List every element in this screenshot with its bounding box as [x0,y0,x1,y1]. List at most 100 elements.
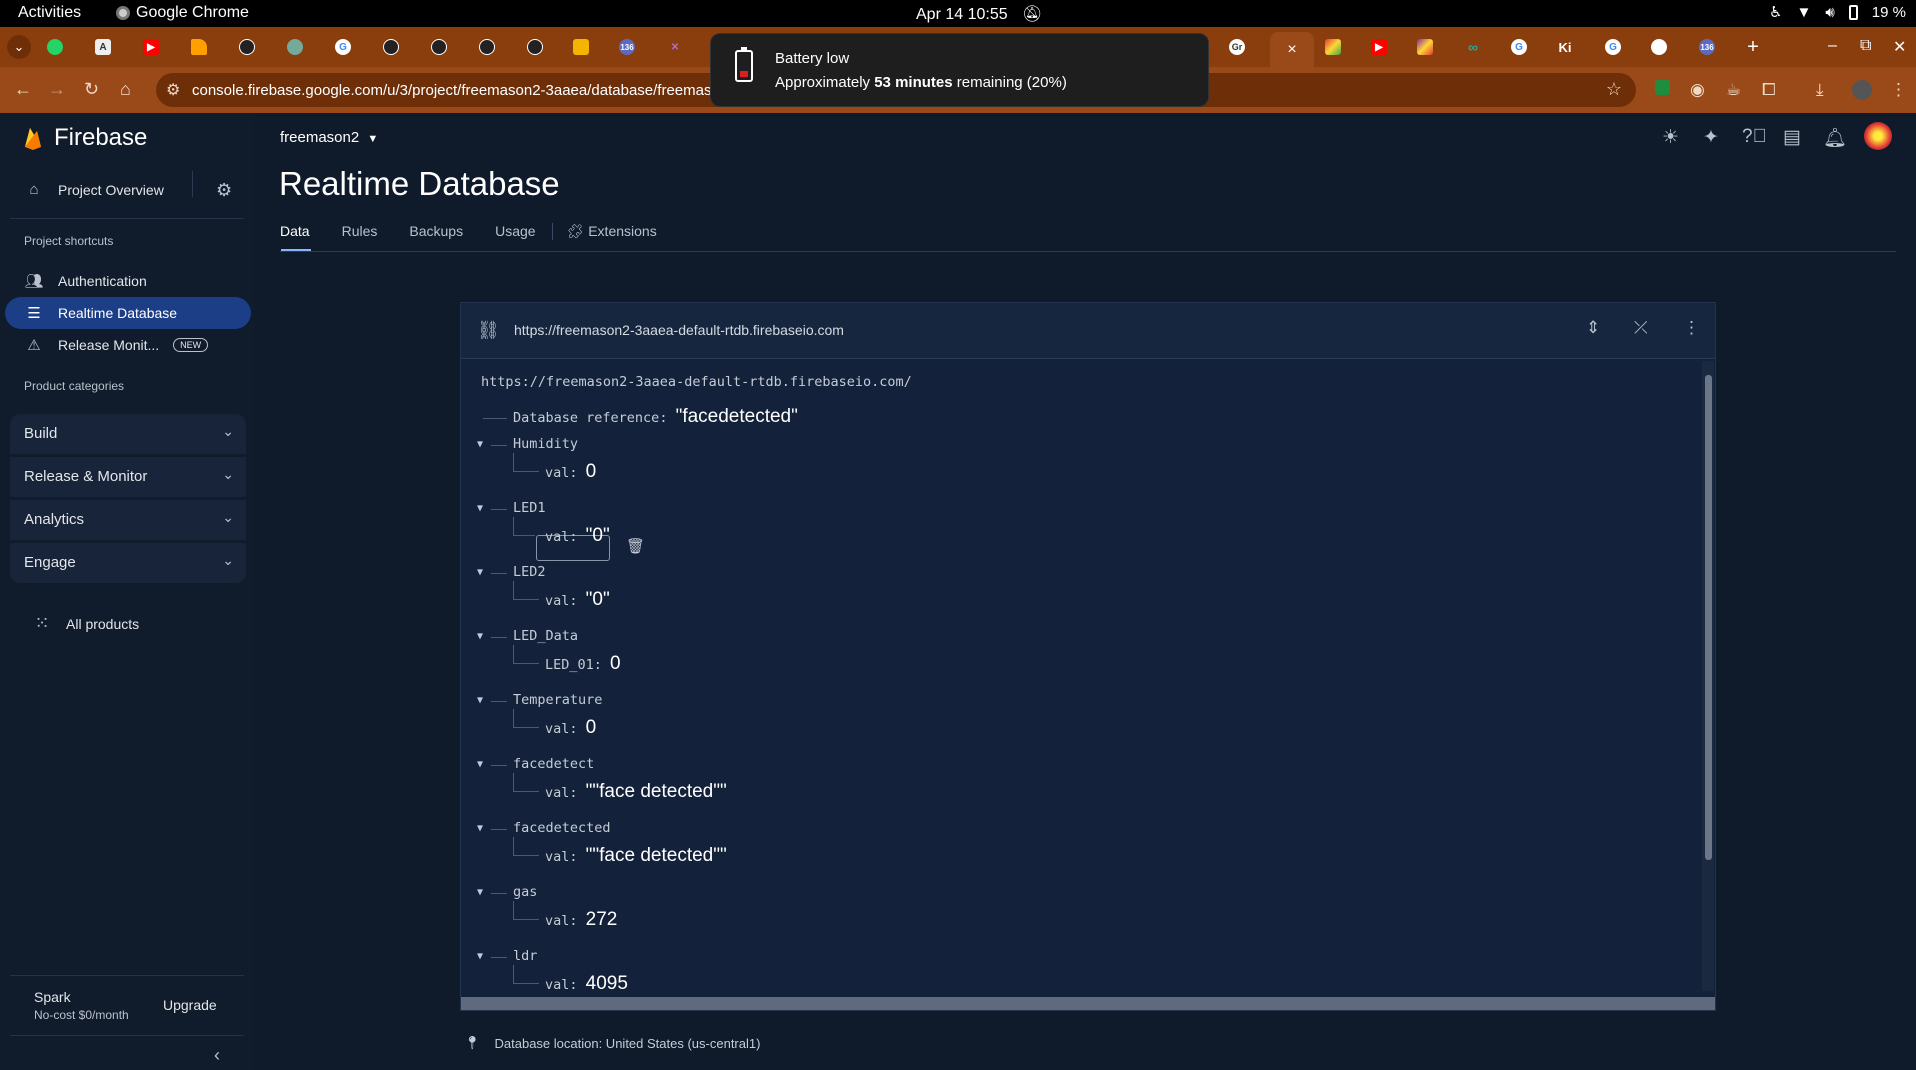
tab-whatsapp[interactable] [40,34,70,60]
maximize-button[interactable]: ⧉ [1860,37,1871,55]
tab-x[interactable]: ✕ [660,34,690,60]
tab-search-button[interactable]: ⌄ [4,34,34,60]
bookmark-star-icon[interactable]: ☆ [1606,79,1622,100]
collapse-arrow-icon[interactable]: ▼ [477,439,483,450]
tree-leaf[interactable]: val: 4095 [545,973,628,991]
minimize-button[interactable]: – [1828,37,1837,55]
expand-all-icon[interactable]: ⇕ [1586,318,1600,338]
tab-ki[interactable]: Ki [1550,34,1580,60]
tab-google-3[interactable]: G [1598,34,1628,60]
collapse-arrow-icon[interactable]: ▼ [477,887,483,898]
tree-root-url[interactable]: https://freemason2-3aaea-default-rtdb.fi… [481,374,912,390]
back-button[interactable]: ← [14,79,32,100]
all-products[interactable]: ⁙ All products [32,613,139,634]
tree-leaf[interactable]: val: "0" [545,589,610,611]
collapse-arrow-icon[interactable]: ▼ [477,823,483,834]
tree-node-ldr[interactable]: ldr [513,948,537,964]
tab-openai-1[interactable] [232,34,262,60]
download-icon[interactable]: ⤓ [1816,80,1824,100]
collapse-all-icon[interactable]: ⤫ [1634,318,1648,338]
extension-cup-icon[interactable]: ☕︎ [1726,80,1741,100]
upgrade-button[interactable]: Upgrade [163,997,217,1013]
tab-usage[interactable]: Usage [495,223,535,240]
tree-leaf[interactable]: val: 0 [545,461,596,483]
category-release-monitor[interactable]: Release & Monitor ⌄ [10,457,246,497]
tree-node-database-reference[interactable]: Database reference: "facedetected" [513,406,798,428]
collapse-sidebar-icon[interactable]: ‹ [214,1045,220,1066]
system-tray[interactable]: ♿︎ ▼ 🔊︎ 19 % [1769,3,1906,22]
tab-youtube-2[interactable]: ▶ [1364,34,1394,60]
tree-node-led2[interactable]: LED2 [513,564,546,580]
tab-backups[interactable]: Backups [409,223,463,240]
project-selector[interactable]: freemason2 ▼ [280,129,378,146]
tab-github[interactable] [1644,34,1674,60]
tab-extensions[interactable]: 🧩︎ Extensions [551,223,657,240]
sidebar-item-realtime-database[interactable]: ☰ Realtime Database [24,304,177,322]
collapse-arrow-icon[interactable]: ▼ [477,503,483,514]
tab-gmail-136-2[interactable]: 136 [1692,34,1722,60]
tree-node-facedetected[interactable]: facedetected [513,820,611,836]
scrollbar-thumb[interactable] [1705,375,1712,860]
vertical-scrollbar[interactable] [1702,361,1714,991]
active-tab-close[interactable]: × [1270,32,1314,67]
tree-node-facedetect[interactable]: facedetect [513,756,594,772]
tree-node-led-data[interactable]: LED_Data [513,628,578,644]
tab-google-2[interactable]: G [1504,34,1534,60]
tab-infinity[interactable]: ∞ [1458,34,1488,60]
tab-rules[interactable]: Rules [342,223,378,240]
theme-toggle-icon[interactable]: ☀ [1662,126,1679,149]
tree-node-led1[interactable]: LED1 [513,500,546,516]
help-icon[interactable]: ?⃝ [1742,126,1767,148]
more-options-icon[interactable]: ⋮ [1683,318,1700,338]
sidebar-item-authentication[interactable]: 👥︎ Authentication [24,272,146,290]
tab-chatgpt[interactable] [280,34,310,60]
tab-firebase[interactable] [184,34,214,60]
settings-gear-icon[interactable]: ⚙ [216,180,232,201]
profile-avatar[interactable] [1852,80,1872,105]
app-menu[interactable]: Google Chrome [116,4,249,22]
collapse-arrow-icon[interactable]: ▼ [477,631,483,642]
collapse-arrow-icon[interactable]: ▼ [477,695,483,706]
tab-openai-5[interactable] [520,34,550,60]
home-button[interactable]: ⌂ [120,79,131,100]
site-info-icon[interactable]: ⚙ [166,80,180,100]
firebase-logo[interactable]: Firebase [22,124,147,152]
chrome-menu-icon[interactable]: ⋮ [1890,80,1907,100]
tab-gmail-136[interactable]: 136 [612,34,642,60]
account-avatar[interactable] [1864,122,1892,156]
collapse-arrow-icon[interactable]: ▼ [477,759,483,770]
activities-button[interactable]: Activities [18,4,81,22]
database-url[interactable]: https://freemason2-3aaea-default-rtdb.fi… [514,322,844,338]
sidebar-item-release-monitoring[interactable]: ⚠ Release Monit... NEW [24,336,209,354]
collapse-arrow-icon[interactable]: ▼ [477,567,483,578]
category-build[interactable]: Build ⌄ [10,414,246,454]
tree-leaf[interactable]: val: ""face detected"" [545,845,727,867]
clock[interactable]: Apr 14 10:55 🔕︎ [916,4,1042,24]
close-window-button[interactable]: ✕ [1893,37,1906,57]
category-engage[interactable]: Engage ⌄ [10,543,246,583]
tree-leaf[interactable]: val: 272 [545,909,617,931]
tab-openai-4[interactable] [472,34,502,60]
tab-openai-2[interactable] [376,34,406,60]
tab-image-1[interactable] [1318,34,1348,60]
battery-notification[interactable]: Battery low Approximately 53 minutes rem… [710,33,1209,107]
collapse-arrow-icon[interactable]: ▼ [477,951,483,962]
tab-openai-3[interactable] [424,34,454,60]
project-overview[interactable]: ⌂ Project Overview [24,181,163,198]
tab-google-1[interactable]: G [328,34,358,60]
gemini-sparkle-icon[interactable]: ✦ [1703,126,1719,149]
tree-leaf[interactable]: val: ""face detected"" [545,781,727,803]
extensions-puzzle-icon[interactable]: ⧠ [1762,80,1776,100]
horizontal-scrollbar[interactable] [461,997,1715,1010]
new-tab-button[interactable]: + [1738,34,1768,60]
reload-button[interactable]: ↻ [84,79,99,100]
tree-leaf[interactable]: LED_01: 0 [545,653,621,675]
tree-leaf[interactable]: val: "0" [545,525,610,547]
delete-trash-icon[interactable]: 🗑︎ [626,537,645,555]
category-analytics[interactable]: Analytics ⌄ [10,500,246,540]
tree-node-temperature[interactable]: Temperature [513,692,602,708]
tab-slides[interactable] [566,34,596,60]
tree-node-gas[interactable]: gas [513,884,537,900]
tab-anthropic[interactable]: A [88,34,118,60]
forward-button[interactable]: → [48,79,66,100]
